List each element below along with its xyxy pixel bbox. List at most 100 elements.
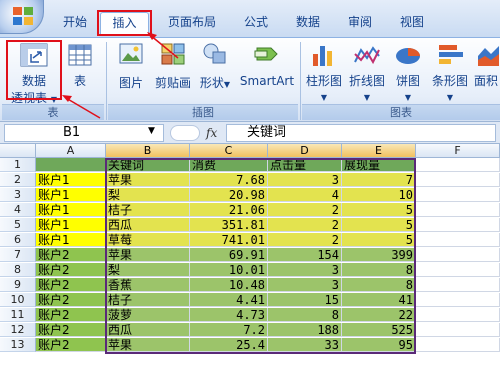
- cell-account[interactable]: 账户2: [36, 308, 106, 322]
- cell-clicks[interactable]: 8: [268, 308, 342, 322]
- cell-account[interactable]: 账户2: [36, 323, 106, 337]
- cell-clicks[interactable]: 4: [268, 188, 342, 202]
- cell-keyword[interactable]: 梨: [106, 263, 190, 277]
- row-header[interactable]: 5: [0, 218, 36, 232]
- cell-empty[interactable]: [416, 248, 500, 262]
- row-header[interactable]: 2: [0, 173, 36, 187]
- cell-clicks[interactable]: 点击量: [268, 158, 342, 172]
- select-all-corner[interactable]: [0, 144, 36, 158]
- cell-impressions[interactable]: 5: [342, 203, 416, 217]
- cell-spend[interactable]: 69.91: [190, 248, 268, 262]
- cell-empty[interactable]: [416, 278, 500, 292]
- cell-impressions[interactable]: 8: [342, 263, 416, 277]
- cell-account[interactable]: 账户2: [36, 263, 106, 277]
- cell-impressions[interactable]: 5: [342, 218, 416, 232]
- cell-spend[interactable]: 4.73: [190, 308, 268, 322]
- clipart-button[interactable]: 剪贴画: [152, 42, 194, 91]
- cell-impressions[interactable]: 7: [342, 173, 416, 187]
- cell-spend[interactable]: 10.48: [190, 278, 268, 292]
- cell-clicks[interactable]: 2: [268, 203, 342, 217]
- column-header-f[interactable]: F: [416, 144, 500, 158]
- insert-function-button[interactable]: fx: [206, 124, 217, 142]
- column-header-c[interactable]: C: [190, 144, 268, 158]
- cell-keyword[interactable]: 苹果: [106, 173, 190, 187]
- cell-impressions[interactable]: 41: [342, 293, 416, 307]
- cell-impressions[interactable]: 展现量: [342, 158, 416, 172]
- cell-empty[interactable]: [416, 263, 500, 277]
- cell-empty[interactable]: [416, 158, 500, 172]
- pie-chart-button[interactable]: 饼图 ▼: [392, 42, 424, 103]
- tab-home[interactable]: 开始: [55, 12, 95, 34]
- name-box[interactable]: B1: [4, 124, 164, 142]
- cell-account[interactable]: 账户1: [36, 203, 106, 217]
- cell-clicks[interactable]: 3: [268, 173, 342, 187]
- column-chart-button[interactable]: 柱形图 ▼: [304, 42, 344, 103]
- row-header[interactable]: 6: [0, 233, 36, 247]
- tab-formulas[interactable]: 公式: [236, 12, 276, 34]
- row-header[interactable]: 11: [0, 308, 36, 322]
- name-box-dropdown-icon[interactable]: ▼: [148, 126, 155, 136]
- cell-account[interactable]: 账户1: [36, 233, 106, 247]
- cell-keyword[interactable]: 西瓜: [106, 323, 190, 337]
- area-chart-button[interactable]: 面积: [474, 42, 500, 89]
- cell-impressions[interactable]: 22: [342, 308, 416, 322]
- cell-spend[interactable]: 7.2: [190, 323, 268, 337]
- column-header-e[interactable]: E: [342, 144, 416, 158]
- row-header[interactable]: 9: [0, 278, 36, 292]
- cell-clicks[interactable]: 3: [268, 263, 342, 277]
- cell-clicks[interactable]: 2: [268, 218, 342, 232]
- row-header[interactable]: 4: [0, 203, 36, 217]
- table-button[interactable]: 表: [66, 42, 94, 89]
- cell-spend[interactable]: 10.01: [190, 263, 268, 277]
- cell-keyword[interactable]: 桔子: [106, 203, 190, 217]
- cell-keyword[interactable]: 菠萝: [106, 308, 190, 322]
- picture-button[interactable]: 图片: [112, 42, 150, 91]
- column-header-a[interactable]: A: [36, 144, 106, 158]
- cell-spend[interactable]: 4.41: [190, 293, 268, 307]
- shapes-button[interactable]: 形状▼: [198, 42, 232, 91]
- cell-clicks[interactable]: 2: [268, 233, 342, 247]
- cell-empty[interactable]: [416, 218, 500, 232]
- cell-keyword[interactable]: 草莓: [106, 233, 190, 247]
- cell-keyword[interactable]: 关键词: [106, 158, 190, 172]
- cell-clicks[interactable]: 33: [268, 338, 342, 352]
- cell-empty[interactable]: [416, 188, 500, 202]
- cell-impressions[interactable]: 10: [342, 188, 416, 202]
- cell-clicks[interactable]: 188: [268, 323, 342, 337]
- tab-review[interactable]: 审阅: [340, 12, 380, 34]
- row-header[interactable]: 8: [0, 263, 36, 277]
- cell-keyword[interactable]: 苹果: [106, 248, 190, 262]
- cell-account[interactable]: 账户1: [36, 188, 106, 202]
- row-header[interactable]: 12: [0, 323, 36, 337]
- cell-empty[interactable]: [416, 203, 500, 217]
- cell-account[interactable]: 账户1: [36, 218, 106, 232]
- cell-empty[interactable]: [416, 338, 500, 352]
- cell-spend[interactable]: 消费: [190, 158, 268, 172]
- cell-account[interactable]: 账户2: [36, 293, 106, 307]
- cell-impressions[interactable]: 399: [342, 248, 416, 262]
- cell-spend[interactable]: 351.81: [190, 218, 268, 232]
- row-header[interactable]: 7: [0, 248, 36, 262]
- cell-account[interactable]: 账户2: [36, 248, 106, 262]
- smartart-button[interactable]: SmartArt: [238, 42, 296, 88]
- cell-impressions[interactable]: 525: [342, 323, 416, 337]
- cell-spend[interactable]: 7.68: [190, 173, 268, 187]
- column-header-d[interactable]: D: [268, 144, 342, 158]
- cell-account[interactable]: 账户1: [36, 173, 106, 187]
- row-header[interactable]: 1: [0, 158, 36, 172]
- cell-account[interactable]: 账户2: [36, 338, 106, 352]
- cell-spend[interactable]: 25.4: [190, 338, 268, 352]
- row-header[interactable]: 13: [0, 338, 36, 352]
- office-button[interactable]: [0, 0, 44, 34]
- cell-empty[interactable]: [416, 233, 500, 247]
- cell-clicks[interactable]: 3: [268, 278, 342, 292]
- cell-account[interactable]: [36, 158, 106, 172]
- cell-keyword[interactable]: 桔子: [106, 293, 190, 307]
- cell-keyword[interactable]: 苹果: [106, 338, 190, 352]
- cell-empty[interactable]: [416, 308, 500, 322]
- cell-impressions[interactable]: 95: [342, 338, 416, 352]
- cell-keyword[interactable]: 香蕉: [106, 278, 190, 292]
- cell-empty[interactable]: [416, 293, 500, 307]
- cell-account[interactable]: 账户2: [36, 278, 106, 292]
- cell-spend[interactable]: 20.98: [190, 188, 268, 202]
